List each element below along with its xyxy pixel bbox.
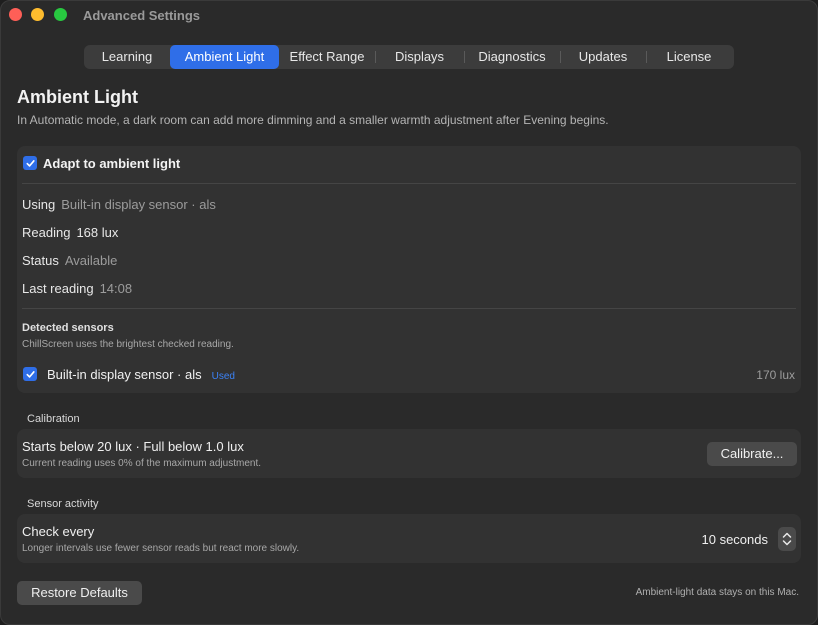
footer-note: Ambient-light data stays on this Mac.	[635, 587, 799, 598]
status-row: Status Available	[22, 253, 117, 268]
last-reading-value: 14:08	[99, 281, 133, 296]
title-bar: Advanced Settings	[1, 1, 817, 31]
tab-effect-range[interactable]: Effect Range	[279, 45, 375, 69]
interval-value[interactable]: 10 seconds	[702, 532, 769, 547]
reading-label: Reading	[22, 225, 71, 240]
sensor-activity-panel: Check every Longer intervals use fewer s…	[17, 514, 801, 563]
reading-value: 168 lux	[76, 225, 119, 240]
calibration-title: Starts below 20 lux · Full below 1.0 lux	[22, 439, 244, 454]
adapt-checkbox[interactable]	[23, 156, 37, 170]
tab-displays[interactable]: Displays	[375, 45, 464, 69]
window-title: Advanced Settings	[83, 8, 201, 23]
settings-window: Advanced Settings Learning Ambient Light…	[0, 0, 818, 625]
sensor-activity-section-title: Sensor activity	[27, 498, 99, 510]
divider	[22, 183, 796, 184]
minimize-window-button[interactable]	[31, 8, 44, 21]
status-value: Available	[64, 253, 118, 268]
calibration-section-title: Calibration	[27, 413, 80, 425]
chevron-up-icon[interactable]	[782, 531, 792, 539]
detected-sensors-desc: ChillScreen uses the brightest checked r…	[22, 339, 234, 350]
adapt-label[interactable]: Adapt to ambient light	[43, 156, 180, 171]
calibration-panel: Starts below 20 lux · Full below 1.0 lux…	[17, 429, 801, 478]
tab-ambient-light[interactable]: Ambient Light	[170, 45, 279, 69]
last-reading-row: Last reading 14:08	[22, 281, 132, 296]
calibrate-button[interactable]: Calibrate...	[707, 442, 797, 466]
checkmark-icon	[25, 159, 35, 167]
check-every-desc: Longer intervals use fewer sensor reads …	[22, 543, 300, 554]
zoom-window-button[interactable]	[54, 8, 67, 21]
checkmark-icon	[25, 370, 35, 378]
using-value: Built-in display sensor · als	[61, 197, 216, 212]
used-badge: Used	[211, 371, 235, 382]
tab-learning[interactable]: Learning	[84, 45, 170, 69]
detected-sensors-title: Detected sensors	[22, 322, 114, 334]
sensor-item: Built-in display sensor · als Used	[47, 367, 235, 382]
tab-updates[interactable]: Updates	[560, 45, 646, 69]
chevron-down-icon[interactable]	[782, 539, 792, 547]
sensor-name: Built-in display sensor · als	[47, 367, 202, 382]
last-reading-label: Last reading	[22, 281, 94, 296]
page-subtitle: In Automatic mode, a dark room can add m…	[17, 113, 609, 127]
status-label: Status	[22, 253, 59, 268]
tab-bar: Learning Ambient Light Effect Range Disp…	[84, 45, 734, 69]
interval-stepper[interactable]	[778, 527, 796, 551]
using-row: Using Built-in display sensor · als	[22, 197, 216, 212]
ambient-panel: Adapt to ambient light Using Built-in dis…	[17, 146, 801, 393]
using-label: Using	[22, 197, 56, 212]
restore-defaults-button[interactable]: Restore Defaults	[17, 581, 142, 605]
sensor-value: 170 lux	[756, 368, 795, 382]
reading-row: Reading 168 lux	[22, 225, 118, 240]
close-window-button[interactable]	[9, 8, 22, 21]
tab-diagnostics[interactable]: Diagnostics	[464, 45, 560, 69]
calibration-desc: Current reading uses 0% of the maximum a…	[22, 458, 261, 469]
sensor-checkbox[interactable]	[23, 367, 37, 381]
tab-license[interactable]: License	[646, 45, 732, 69]
divider	[22, 308, 796, 309]
check-every-label: Check every	[22, 524, 95, 539]
page-title: Ambient Light	[17, 87, 138, 107]
